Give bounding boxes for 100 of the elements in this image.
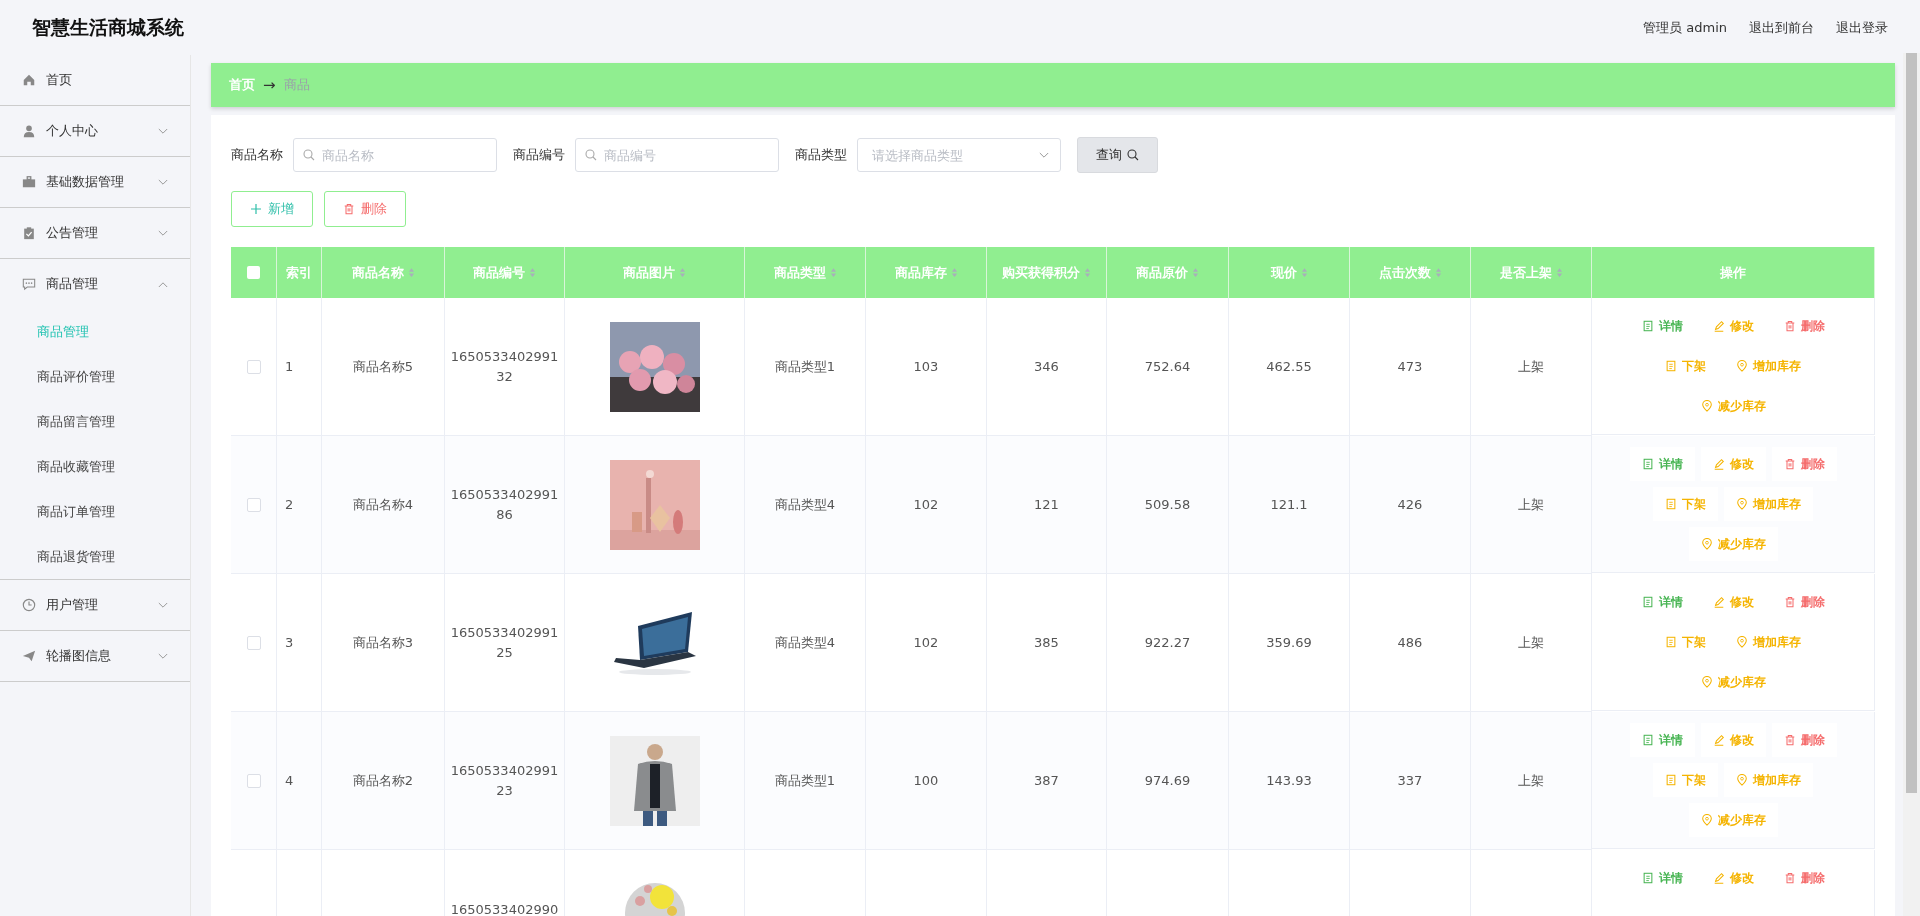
sort-icon[interactable] [1300,267,1308,278]
trash-icon [1783,596,1796,608]
stock-action-button[interactable]: 增加库存 [1724,487,1813,521]
submenu-item[interactable]: 商品留言管理 [0,399,190,444]
checkbox[interactable] [246,497,261,512]
column-header[interactable]: 现价 [1229,247,1350,298]
search-field[interactable]: 商品名称 [293,138,497,172]
chevron-icon [158,178,168,186]
sidebar-item[interactable]: 公告管理 [0,208,190,259]
submenu-item[interactable]: 商品退货管理 [0,534,190,579]
table-cell: 486 [1397,635,1423,650]
column-header[interactable]: 购买获得积分 [987,247,1107,298]
pencil-icon [1712,734,1725,746]
sidebar-item[interactable]: 轮播图信息 [0,631,190,682]
select-field[interactable]: 请选择商品类型 [857,138,1061,172]
table-cell: 473 [1397,359,1423,374]
checkbox[interactable] [247,266,260,279]
sidebar-item[interactable]: 商品管理 [0,259,190,309]
table-cell: 上架 [1518,495,1544,514]
column-header[interactable]: 商品库存 [866,247,987,298]
scrollbar[interactable] [1903,53,1920,916]
sort-icon[interactable] [1084,267,1091,278]
column-header[interactable]: 商品名称 [322,247,445,298]
table-cell: 商品类型1 [774,357,836,376]
table-cell: 337 [1397,773,1423,788]
submenu-item[interactable]: 商品评价管理 [0,354,190,399]
checkbox[interactable] [246,635,261,650]
table-cell-text: 165053340299125 [450,623,559,662]
table-cell: 上架 [1518,771,1544,790]
sidebar-item[interactable]: 基础数据管理 [0,157,190,208]
sidebar-item[interactable]: 用户管理 [0,580,190,631]
sort-icon[interactable] [529,267,536,278]
shelf-action-button[interactable]: 下架 [1653,763,1718,797]
chevron-icon [158,229,168,237]
column-header[interactable]: 商品图片 [565,247,745,298]
table-cell: 922.27 [1144,635,1191,650]
stock-action-button[interactable]: 减少库存 [1688,803,1778,837]
sort-icon[interactable] [829,267,837,278]
shelf-action-button[interactable]: 下架 [1653,487,1718,521]
table-cell: 143.93 [1266,773,1312,788]
table-cell: 商品名称5 [352,357,414,376]
location-pin-icon [1736,360,1748,372]
stock-action-button[interactable]: 增加库存 [1724,763,1813,797]
submenu-item[interactable]: 商品订单管理 [0,489,190,534]
sort-icon[interactable] [1192,267,1199,278]
table-cell: 121.1 [1270,497,1308,512]
query-button[interactable]: 查询 [1077,137,1158,173]
sidebar-item[interactable]: 个人中心 [0,106,190,157]
scrollbar-thumb[interactable] [1906,53,1917,793]
table-cell: 346 [1034,359,1059,374]
filter-label: 商品类型 [795,146,847,164]
stock-action-button[interactable]: 减少库存 [1688,527,1778,561]
paper-plane-icon [22,649,36,663]
column-header[interactable]: 商品编号 [445,247,565,298]
header-link[interactable]: 退出登录 [1836,18,1888,37]
submenu-item[interactable]: 商品收藏管理 [0,444,190,489]
location-pin-icon [1736,636,1748,648]
column-header[interactable]: 点击次数 [1350,247,1471,298]
document-icon [1665,360,1677,372]
sort-icon[interactable] [679,267,686,278]
sort-icon[interactable] [1434,267,1442,278]
document-icon [1665,774,1677,786]
sort-icon[interactable] [950,267,958,278]
table-cell: 上架 [1518,357,1544,376]
column-header[interactable]: 商品类型 [745,247,866,298]
checkbox[interactable] [246,773,261,788]
delete-action-button[interactable]: 删除 [1771,723,1837,757]
sort-icon[interactable] [407,267,415,278]
table-cell-text: 165053340299123 [450,761,559,800]
table-cell: 103 [913,359,939,374]
header-link[interactable]: 退出到前台 [1749,18,1814,37]
detail-action-button[interactable]: 详情 [1629,723,1695,757]
table-cell: 商品名称4 [352,495,414,514]
breadcrumb-item[interactable]: 首页 [229,76,255,94]
column-header[interactable]: 是否上架 [1471,247,1592,298]
edit-action-button[interactable]: 修改 [1700,723,1766,757]
table-cell: 426 [1397,497,1423,512]
chevron-icon [158,127,168,135]
table-cell: 121 [1034,497,1059,512]
sidebar-item[interactable]: 首页 [0,55,190,106]
sort-icon[interactable] [1555,267,1563,278]
edit-action-button[interactable]: 修改 [1700,447,1766,481]
checkbox[interactable] [246,359,261,374]
app-title: 智慧生活商城系统 [32,14,184,40]
chevron-icon [158,652,168,660]
delete-button[interactable]: 删除 [324,191,406,227]
delete-action-button[interactable]: 删除 [1771,447,1837,481]
add-button[interactable]: 新增 [231,191,313,227]
column-header: 操作 [1592,247,1875,298]
search-field[interactable]: 商品编号 [575,138,779,172]
table-cell-text: 165053340299132 [450,347,559,386]
plus-icon [250,203,262,215]
table-cell: 4 [285,773,294,788]
column-header[interactable]: 商品原价 [1107,247,1229,298]
table-cell: 102 [913,635,939,650]
submenu-item[interactable]: 商品管理 [0,309,190,354]
location-pin-icon [1700,400,1713,412]
pencil-icon [1712,458,1725,470]
detail-action-button[interactable]: 详情 [1629,447,1695,481]
chevron-icon [158,601,168,609]
